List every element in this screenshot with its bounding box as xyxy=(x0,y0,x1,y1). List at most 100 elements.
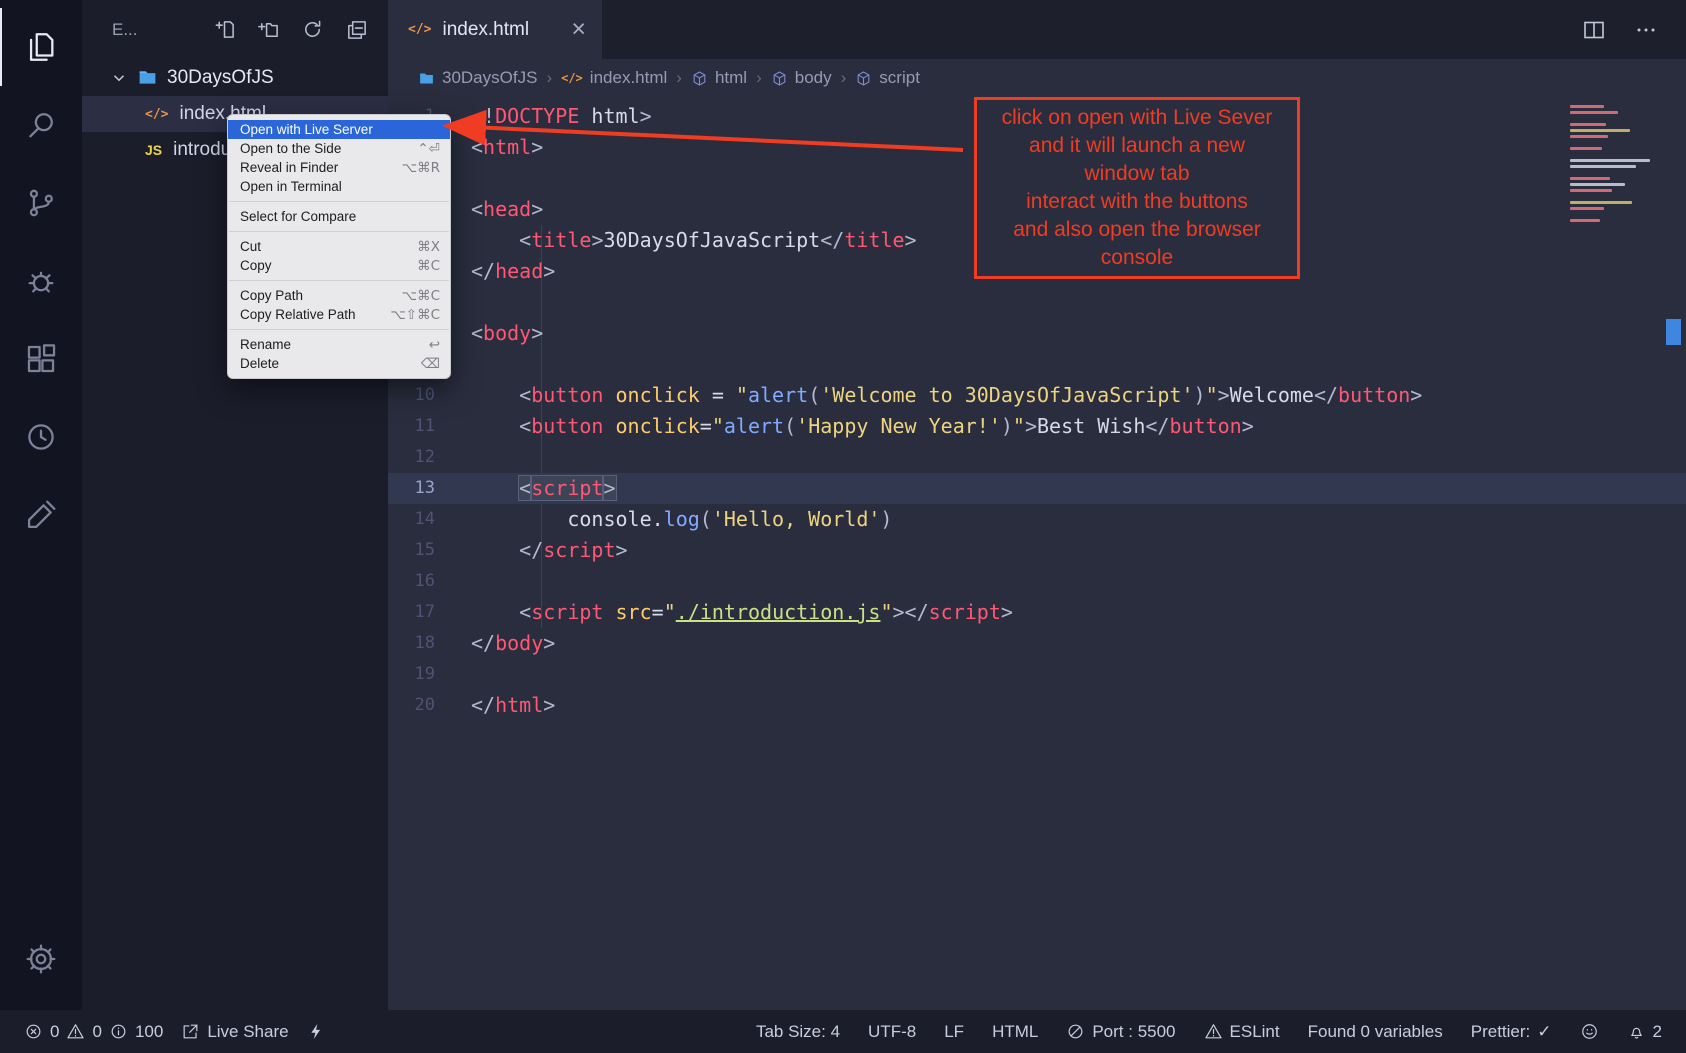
breadcrumb-item[interactable]: </>index.html xyxy=(561,68,667,88)
settings-gear-icon[interactable] xyxy=(0,920,82,998)
code-line[interactable]: 14 console.log('Hello, World') xyxy=(388,504,1686,535)
sidebar-header: E... xyxy=(82,0,388,59)
menu-item-reveal-in-finder[interactable]: Reveal in Finder⌥⌘R xyxy=(228,158,450,177)
error-count: 0 xyxy=(50,1022,59,1042)
annotation-line: console xyxy=(979,244,1295,272)
minimap[interactable] xyxy=(1570,105,1658,225)
tab-index-html[interactable]: </> index.html × xyxy=(388,0,602,59)
menu-item-select-for-compare[interactable]: Select for Compare xyxy=(228,207,450,226)
lightning-icon xyxy=(307,1022,326,1041)
menu-item-copy-path[interactable]: Copy Path⌥⌘C xyxy=(228,286,450,305)
line-number: 15 xyxy=(388,535,463,566)
error-icon xyxy=(24,1022,43,1041)
code-line[interactable]: 8<body> xyxy=(388,318,1686,349)
code-line[interactable]: 7 xyxy=(388,287,1686,318)
annotation-box: click on open with Live Severand it will… xyxy=(974,97,1300,279)
code-line[interactable]: 19 xyxy=(388,659,1686,690)
line-number: 16 xyxy=(388,566,463,597)
new-folder-icon[interactable] xyxy=(257,18,280,41)
menu-item-open-with-live-server[interactable]: Open with Live Server xyxy=(228,120,450,139)
warning-count: 0 xyxy=(92,1022,101,1042)
chevron-down-icon xyxy=(110,69,128,87)
run-debug-icon[interactable] xyxy=(0,242,82,320)
code-line[interactable]: 11 <button onclick="alert('Happy New Yea… xyxy=(388,411,1686,442)
source-control-icon[interactable] xyxy=(0,164,82,242)
info-icon xyxy=(109,1022,128,1041)
tree-root-folder[interactable]: 30DaysOfJS xyxy=(82,59,388,96)
breadcrumb-item[interactable]: html xyxy=(691,68,747,88)
variables-indicator[interactable]: Found 0 variables xyxy=(1308,1022,1443,1042)
search-icon[interactable] xyxy=(0,86,82,164)
menu-item-copy[interactable]: Copy⌘C xyxy=(228,256,450,275)
problems-indicator[interactable]: 0 0 100 xyxy=(24,1022,163,1042)
menu-item-delete[interactable]: Delete⌫ xyxy=(228,354,450,373)
line-number: 20 xyxy=(388,690,463,721)
breadcrumb-separator-icon: › xyxy=(841,68,847,88)
breadcrumb-separator-icon: › xyxy=(676,68,682,88)
code-line[interactable]: 18</body> xyxy=(388,628,1686,659)
code-line[interactable]: 12 xyxy=(388,442,1686,473)
prettier-indicator[interactable]: Prettier: ✓ xyxy=(1471,1022,1552,1042)
edit-pen-icon[interactable] xyxy=(0,476,82,554)
split-editor-icon[interactable] xyxy=(1582,18,1606,42)
history-icon[interactable] xyxy=(0,398,82,476)
notification-count: 2 xyxy=(1653,1022,1662,1042)
new-file-icon[interactable] xyxy=(213,18,236,41)
code-line[interactable]: 10 <button onclick = "alert('Welcome to … xyxy=(388,380,1686,411)
code-line[interactable]: 17 <script src="./introduction.js"></scr… xyxy=(388,597,1686,628)
code-line[interactable]: 15 </script> xyxy=(388,535,1686,566)
lightning-button[interactable] xyxy=(307,1022,326,1041)
code-line[interactable]: 13 <script> xyxy=(388,473,1686,504)
live-share-button[interactable]: Live Share xyxy=(181,1022,288,1042)
html-file-icon: </> xyxy=(408,22,431,37)
encoding-indicator[interactable]: UTF-8 xyxy=(868,1022,916,1042)
annotation-line: window tab xyxy=(979,160,1295,188)
menu-separator xyxy=(229,329,449,330)
menu-separator xyxy=(229,280,449,281)
breadcrumb-item[interactable]: 30DaysOfJS xyxy=(418,68,537,88)
more-actions-icon[interactable] xyxy=(1634,18,1658,42)
refresh-icon[interactable] xyxy=(301,18,324,41)
notifications-button[interactable]: 2 xyxy=(1627,1022,1662,1042)
warning-icon xyxy=(66,1022,85,1041)
status-bar: 0 0 100 Live Share Tab Size: 4 UTF-8 LF … xyxy=(0,1010,1686,1053)
close-tab-icon[interactable]: × xyxy=(571,17,586,42)
port-indicator[interactable]: Port : 5500 xyxy=(1066,1022,1175,1042)
live-share-label: Live Share xyxy=(207,1022,288,1042)
breadcrumb-separator-icon: › xyxy=(546,68,552,88)
menu-item-copy-relative-path[interactable]: Copy Relative Path⌥⇧⌘C xyxy=(228,305,450,324)
info-count: 100 xyxy=(135,1022,163,1042)
code-line[interactable]: 9 xyxy=(388,349,1686,380)
collapse-all-icon[interactable] xyxy=(345,18,368,41)
annotation-line: interact with the buttons xyxy=(979,188,1295,216)
code-line[interactable]: 20</html> xyxy=(388,690,1686,721)
tab-size-indicator[interactable]: Tab Size: 4 xyxy=(756,1022,840,1042)
eslint-indicator[interactable]: ESLint xyxy=(1204,1022,1280,1042)
breadcrumb-item[interactable]: script xyxy=(855,68,920,88)
menu-item-rename[interactable]: Rename↩ xyxy=(228,335,450,354)
extensions-icon[interactable] xyxy=(0,320,82,398)
line-number: 17 xyxy=(388,597,463,628)
language-indicator[interactable]: HTML xyxy=(992,1022,1038,1042)
explorer-icon[interactable] xyxy=(0,8,82,86)
breadcrumb-item[interactable]: body xyxy=(771,68,832,88)
feedback-smiley-button[interactable] xyxy=(1580,1022,1599,1041)
breadcrumb: 30DaysOfJS › </>index.html › html › body › scrip… xyxy=(388,59,1686,97)
eol-indicator[interactable]: LF xyxy=(944,1022,964,1042)
folder-icon xyxy=(137,67,158,88)
menu-item-open-in-terminal[interactable]: Open in Terminal xyxy=(228,177,450,196)
line-number: 19 xyxy=(388,659,463,690)
annotation-line: click on open with Live Sever xyxy=(979,104,1295,132)
breadcrumb-separator-icon: › xyxy=(756,68,762,88)
menu-item-cut[interactable]: Cut⌘X xyxy=(228,237,450,256)
tab-label: index.html xyxy=(442,19,529,41)
annotation-line: and also open the browser xyxy=(979,216,1295,244)
tab-bar: </> index.html × xyxy=(388,0,1686,59)
line-number: 14 xyxy=(388,504,463,535)
menu-separator xyxy=(229,201,449,202)
overview-ruler-marker xyxy=(1666,319,1681,345)
menu-item-open-to-the-side[interactable]: Open to the Side⌃⏎ xyxy=(228,139,450,158)
code-line[interactable]: 16 xyxy=(388,566,1686,597)
line-number: 18 xyxy=(388,628,463,659)
line-number: 12 xyxy=(388,442,463,473)
